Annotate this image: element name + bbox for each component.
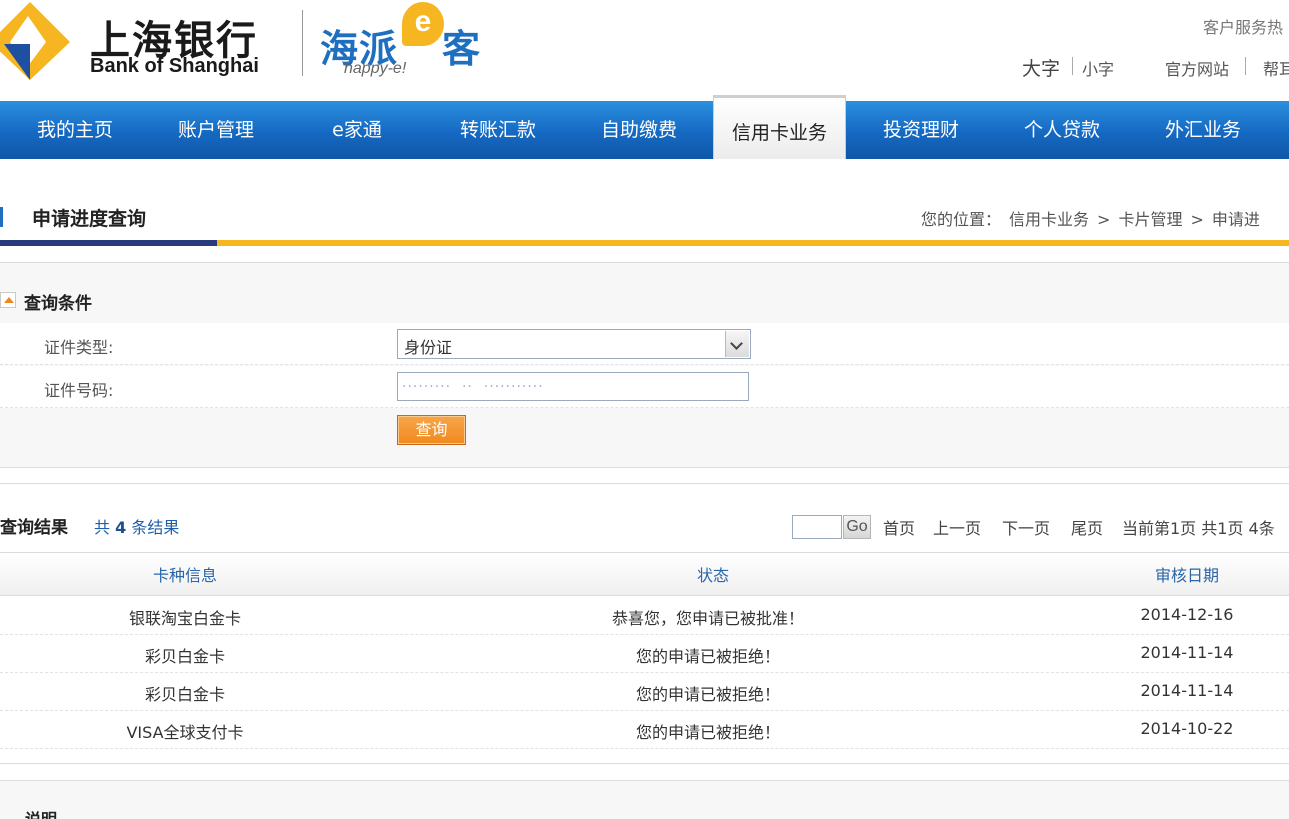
results-count-value: 4	[115, 518, 127, 537]
results-heading: 查询结果	[0, 518, 68, 538]
cell-card: 彩贝白金卡	[144, 685, 225, 704]
breadcrumb-item-card-management[interactable]: 卡片管理	[1118, 210, 1182, 229]
nav-item-transfer[interactable]: 转账汇款	[423, 101, 573, 159]
query-section-heading: 查询条件	[24, 294, 92, 314]
cell-date: 2014-11-14	[1140, 681, 1234, 700]
query-button[interactable]: 查询	[397, 415, 466, 445]
cell-date: 2014-12-16	[1140, 605, 1234, 624]
nav-item-bill-pay[interactable]: 自助缴费	[564, 101, 714, 159]
breadcrumb-separator: >	[1190, 210, 1204, 229]
cell-card: 彩贝白金卡	[144, 647, 225, 666]
id-number-label: 证件号码:	[44, 381, 114, 400]
cell-status: 您的申请已被拒绝！	[635, 647, 780, 666]
cell-card: 银联淘宝白金卡	[128, 609, 241, 628]
column-header-status: 状态	[696, 566, 729, 585]
font-size-divider	[1072, 57, 1073, 75]
brand-name-part2: 客	[442, 27, 482, 71]
breadcrumb-label: 您的位置：	[921, 210, 1002, 229]
page-title-marker	[0, 207, 3, 227]
id-number-input-top-edge	[398, 373, 582, 385]
nav-item-forex[interactable]: 外汇业务	[1128, 101, 1278, 159]
pager-last[interactable]: 尾页	[1071, 515, 1103, 539]
nav-item-ejiatong[interactable]: e家通	[282, 101, 432, 159]
collapse-up-icon[interactable]	[0, 292, 16, 308]
hotline-label: 客户服务热	[1203, 18, 1284, 37]
brand-slogan: happy-e!	[344, 60, 407, 77]
breadcrumb-item-current: 申请进	[1211, 210, 1260, 229]
nav-item-investment[interactable]: 投资理财	[846, 101, 996, 159]
pager-first[interactable]: 首页	[883, 515, 915, 539]
go-button[interactable]: Go	[843, 515, 871, 539]
cell-card: VISA全球支付卡	[126, 723, 244, 742]
nav-item-home[interactable]: 我的主页	[0, 101, 150, 159]
font-size-small-link[interactable]: 小字	[1082, 56, 1114, 80]
title-underline-blue	[0, 240, 217, 246]
cell-status: 您的申请已被拒绝！	[635, 685, 780, 704]
query-panel	[0, 262, 1289, 468]
font-size-large-link[interactable]: 大字	[1022, 54, 1060, 81]
site-header: 上海银行 Bank of Shanghai 海派客 e happy-e! 客户服…	[0, 0, 1289, 100]
page-title: 申请进度查询	[32, 208, 147, 230]
notes-panel	[0, 780, 1289, 819]
column-header-card: 卡种信息	[152, 566, 217, 585]
pager-next[interactable]: 下一页	[1002, 515, 1050, 539]
cell-date: 2014-10-22	[1140, 719, 1234, 738]
nav-item-personal-loan[interactable]: 个人贷款	[987, 101, 1137, 159]
nav-item-accounts[interactable]: 账户管理	[141, 101, 291, 159]
cell-date: 2014-11-14	[1140, 643, 1234, 662]
id-type-selected-value: 身份证	[404, 338, 453, 357]
breadcrumb: 您的位置： 信用卡业务 > 卡片管理 > 申请进	[921, 206, 1268, 230]
help-link[interactable]: 帮耳	[1263, 56, 1289, 80]
results-count-prefix: 共	[94, 518, 111, 537]
breadcrumb-item-credit-card[interactable]: 信用卡业务	[1009, 210, 1089, 229]
id-type-select[interactable]: 身份证	[397, 329, 751, 359]
official-site-link[interactable]: 官方网站	[1165, 56, 1229, 80]
page-number-input[interactable]	[792, 515, 842, 539]
brand-e-bubble-icon: e	[402, 2, 444, 46]
nav-item-credit-card[interactable]: 信用卡业务	[713, 95, 846, 159]
results-count-suffix: 条结果	[131, 518, 180, 537]
notes-title: 说明	[25, 806, 57, 819]
title-underline-gold	[217, 240, 1289, 246]
main-nav: 我的主页 账户管理 e家通 转账汇款 自助缴费 信用卡业务 投资理财 个人贷款 …	[0, 95, 1289, 159]
pager-prev[interactable]: 上一页	[933, 515, 981, 539]
header-link-divider	[1245, 57, 1246, 75]
cell-status: 您的申请已被拒绝！	[635, 723, 780, 742]
id-type-label: 证件类型:	[44, 338, 114, 357]
cell-status: 恭喜您，您申请已被批准！	[611, 609, 804, 628]
pager-status: 当前第1页 共1页 4条	[1122, 519, 1275, 538]
bank-logo-icon	[0, 2, 70, 80]
column-header-date: 审核日期	[1154, 566, 1219, 585]
results-count: 共 4 条结果	[94, 514, 179, 538]
logo-divider	[302, 10, 303, 76]
bank-name-en: Bank of Shanghai	[90, 55, 259, 77]
breadcrumb-separator: >	[1097, 210, 1111, 229]
chevron-down-icon[interactable]	[725, 331, 749, 357]
